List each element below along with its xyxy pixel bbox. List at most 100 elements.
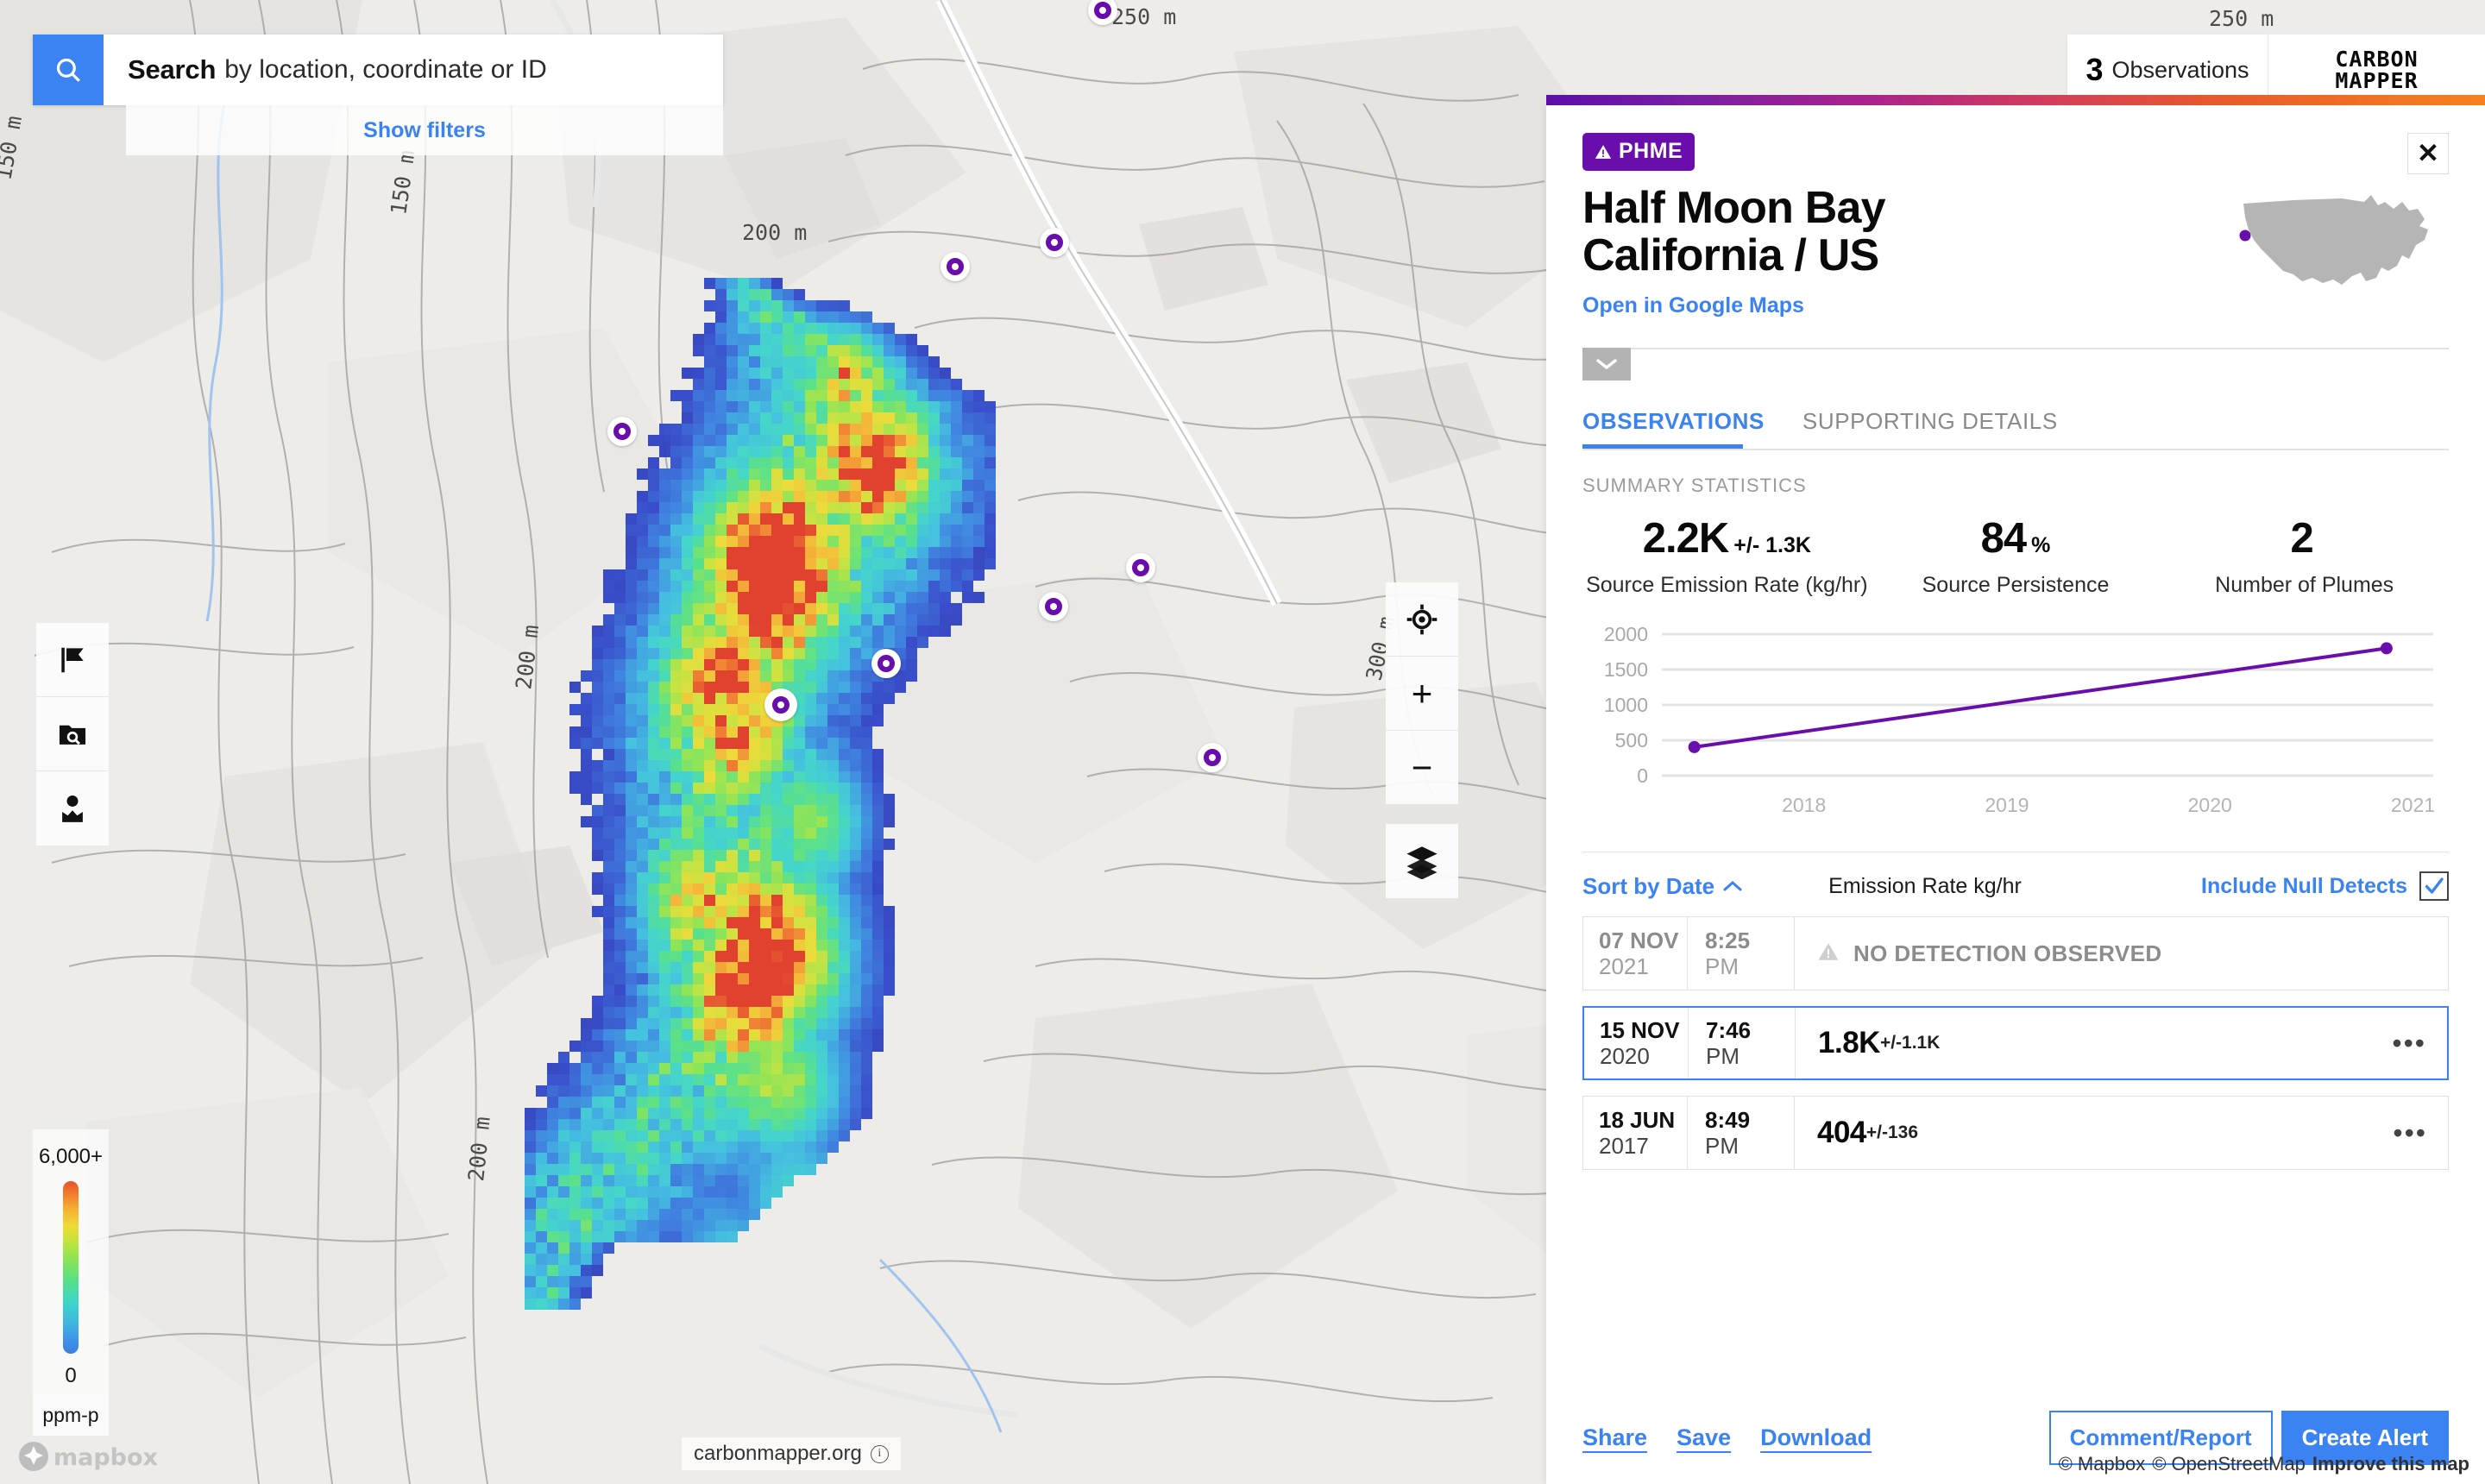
observation-value-cell: NO DETECTION OBSERVED (1794, 917, 2448, 990)
include-null-detects-checkbox[interactable] (2419, 871, 2449, 901)
observation-hour: 8:25 (1705, 928, 1794, 954)
detail-panel: PHME ✕ Half Moon Bay California / US Ope… (1546, 105, 2485, 1484)
observation-row[interactable]: 15 NOV20207:46PM 1.8K+/-1.1K ••• (1582, 1006, 2449, 1080)
stat-number-of-plumes: 2 Number of Plumes (2160, 514, 2449, 598)
plume-legend: 6,000+ 0 ppm-p (33, 1129, 109, 1436)
emission-rate-chart-svg: 20001500100050002018201920202021 (1582, 622, 2449, 829)
filters-row: Show filters (126, 105, 723, 155)
include-null-detects-toggle[interactable]: Include Null Detects (2201, 871, 2449, 901)
emission-rate-error: +/-136 (1866, 1122, 1918, 1143)
svg-text:mapbox: mapbox (53, 1444, 158, 1471)
sort-by-date-label: Sort by Date (1582, 873, 1714, 900)
mapbox-attribution[interactable]: © Mapbox (2059, 1453, 2146, 1475)
plume-marker[interactable] (941, 252, 970, 281)
stat-caption: Number of Plumes (2160, 573, 2449, 598)
observation-ampm: PM (1705, 1133, 1794, 1160)
legend-unit-label: ppm-p (33, 1393, 109, 1436)
stat-unit: +/- 1.3K (1733, 533, 1811, 557)
plume-marker-dot (1046, 234, 1063, 251)
search-placeholder: by location, coordinate or ID (224, 55, 547, 85)
emission-rate-error: +/-1.1K (1880, 1033, 1940, 1053)
observation-ampm: PM (1705, 953, 1794, 980)
save-link[interactable]: Save (1677, 1424, 1731, 1451)
search-container: Search by location, coordinate or ID Sho… (33, 35, 723, 155)
emission-rate-chart[interactable]: 20001500100050002018201920202021 (1582, 622, 2449, 829)
plume-marker[interactable] (1039, 592, 1068, 621)
svg-text:250 m: 250 m (1111, 4, 1176, 29)
phme-badge-label: PHME (1619, 139, 1683, 164)
zoom-out-label: − (1412, 747, 1433, 789)
carbonmapper-url[interactable]: carbonmapper.org i (682, 1437, 901, 1470)
osm-attribution[interactable]: © OpenStreetMap (2152, 1453, 2306, 1475)
plume-marker[interactable] (871, 649, 901, 678)
observation-day: 07 NOV (1599, 928, 1687, 954)
map-attribution: © Mapbox © OpenStreetMap Improve this ma… (2059, 1453, 2469, 1475)
chart-x-tick-label: 2020 (2188, 794, 2232, 816)
brand-line-1: CARBON (2335, 48, 2418, 71)
plume-marker[interactable] (607, 417, 637, 446)
show-filters-link[interactable]: Show filters (363, 118, 486, 143)
plume-marker[interactable] (1198, 743, 1227, 772)
observation-time: 7:46PM (1688, 1008, 1795, 1078)
info-icon[interactable]: i (871, 1445, 889, 1463)
legend-max-label: 6,000+ (39, 1145, 103, 1169)
warning-triangle-icon (1817, 940, 1840, 967)
search-bar[interactable]: Search by location, coordinate or ID (33, 35, 723, 105)
saved-searches-button[interactable] (36, 697, 109, 771)
locate-button[interactable] (1386, 582, 1458, 657)
observation-date: 15 NOV2020 (1584, 1008, 1688, 1078)
panel-tabs: OBSERVATIONS SUPPORTING DETAILS (1582, 408, 2449, 449)
observation-row[interactable]: 07 NOV20218:25PMNO DETECTION OBSERVED (1582, 916, 2449, 990)
summary-statistics: 2.2K+/- 1.3K Source Emission Rate (kg/hr… (1582, 514, 2449, 598)
observation-day: 18 JUN (1599, 1107, 1687, 1134)
legend-colorbar (63, 1181, 79, 1354)
tab-observations[interactable]: OBSERVATIONS (1582, 408, 1765, 449)
panel-gradient-bar (1546, 95, 2485, 105)
observation-time: 8:25PM (1687, 917, 1794, 990)
share-link[interactable]: Share (1582, 1424, 1647, 1451)
emission-rate-value: 1.8K (1818, 1026, 1880, 1060)
mapbox-logo[interactable]: mapbox (16, 1437, 171, 1475)
download-link[interactable]: Download (1760, 1424, 1872, 1451)
us-map-inset (2233, 176, 2449, 305)
search-label: Search (128, 54, 216, 85)
observation-count-value: 3 (2086, 52, 2103, 88)
chart-x-tick-label: 2018 (1782, 794, 1826, 816)
svg-text:250 m: 250 m (2209, 6, 2274, 31)
plume-marker-dot (1132, 559, 1149, 576)
zoom-in-button[interactable]: + (1386, 657, 1458, 731)
expand-details-button[interactable] (1582, 348, 1631, 380)
layers-icon (1404, 843, 1440, 879)
account-button[interactable] (36, 771, 109, 846)
close-panel-button[interactable]: ✕ (2407, 133, 2449, 174)
layers-button[interactable] (1386, 824, 1458, 898)
flag-tool-button[interactable] (36, 623, 109, 697)
expand-row (1582, 348, 2449, 382)
improve-this-map-link[interactable]: Improve this map (2312, 1453, 2469, 1475)
tab-supporting-details[interactable]: SUPPORTING DETAILS (1802, 408, 2058, 449)
search-button[interactable] (33, 35, 104, 105)
chart-data-point[interactable] (2381, 643, 2393, 655)
chart-y-tick-label: 1000 (1604, 694, 1648, 716)
close-icon: ✕ (2417, 138, 2439, 169)
plume-marker[interactable] (1126, 553, 1155, 582)
plume-marker[interactable] (1040, 228, 1069, 257)
sort-by-date-button[interactable]: Sort by Date (1582, 873, 1742, 900)
observation-row[interactable]: 18 JUN20178:49PM404+/-136••• (1582, 1096, 2449, 1170)
no-detection-label: NO DETECTION OBSERVED (1853, 940, 2162, 967)
stat-source-persistence: 84% Source Persistence (1872, 514, 2161, 598)
chart-y-tick-label: 1500 (1604, 658, 1648, 681)
open-in-google-maps-link[interactable]: Open in Google Maps (1582, 293, 1804, 318)
chart-x-tick-label: 2019 (1985, 794, 2029, 816)
row-menu-button[interactable]: ••• (2392, 1028, 2447, 1060)
observation-date: 07 NOV2021 (1583, 917, 1687, 990)
plume-marker[interactable] (764, 689, 797, 721)
observation-value-cell: 1.8K+/-1.1K ••• (1795, 1008, 2447, 1078)
plume-marker-dot (1045, 598, 1062, 615)
zoom-out-button[interactable]: − (1386, 731, 1458, 805)
row-menu-button[interactable]: ••• (2393, 1117, 2448, 1149)
chart-data-point[interactable] (1689, 741, 1701, 753)
flag-icon (56, 644, 89, 676)
search-input[interactable]: Search by location, coordinate or ID (104, 35, 723, 105)
zoom-in-label: + (1412, 673, 1433, 714)
